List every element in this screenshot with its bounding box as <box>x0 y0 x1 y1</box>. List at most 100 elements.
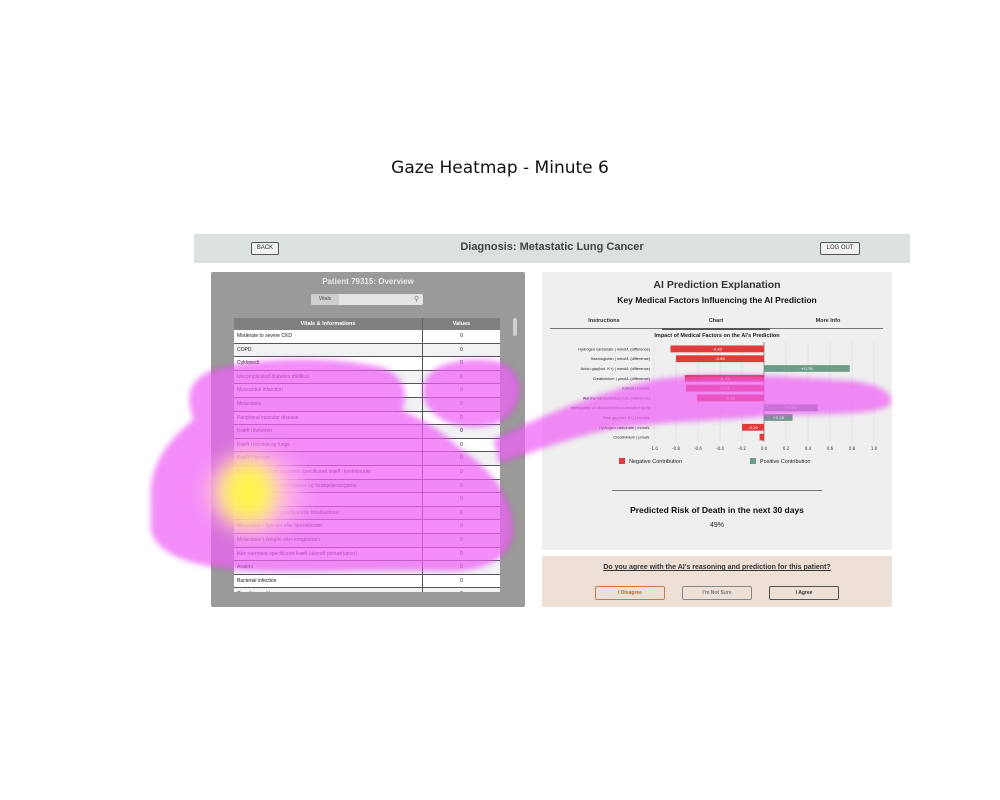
y-tick-label: Haemoglobin | mmol/L (difference) <box>591 356 651 361</box>
legend-label-positive: Positive Contribution <box>760 459 810 465</box>
vital-value: 0 <box>423 588 500 592</box>
vital-value: 0 <box>460 333 463 339</box>
legend-label-negative: Negative Contribution <box>629 459 682 465</box>
vital-value: 0 <box>460 387 463 394</box>
vital-value: 0 <box>460 400 463 407</box>
vital-name: Metastaser i åndedrætsorganer og fordøje… <box>234 479 423 493</box>
x-tick-label: -1.0 <box>650 446 658 451</box>
table-row: Metastaser i hjernen eller hjernehinder 0 <box>234 520 500 534</box>
x-tick-label: -0.2 <box>738 446 746 451</box>
y-tick-label: Creatininium | μmol/L <box>613 435 651 440</box>
legend-swatch-negative <box>619 458 625 464</box>
vital-value: 0 <box>460 455 463 462</box>
x-tick-label: 0.6 <box>827 446 834 451</box>
not-sure-button[interactable]: I'm Not Sure <box>682 586 752 600</box>
table-row: Anæmi 0 <box>234 561 500 575</box>
diagnosis-title: Diagnosis: Metastatic Lung Cancer <box>460 241 644 253</box>
agree-button[interactable]: I Agree <box>769 586 839 600</box>
bar-value-label: -0.20 <box>748 425 758 430</box>
bar-value-label: +0.26 <box>772 415 784 420</box>
x-tick-label: -0.6 <box>694 446 702 451</box>
x-tick-label: -0.4 <box>716 446 724 451</box>
vitals-table: Vitals & Informations Values Moderate to… <box>234 318 500 592</box>
vital-value: 0 <box>460 428 463 435</box>
agreement-question: Do you agree with the AI's reasoning and… <box>603 564 831 571</box>
bar-value-label: +0.78 <box>801 366 813 371</box>
vital-name: Kræft i hjernen <box>234 452 423 465</box>
column-header-values: Values <box>452 321 471 327</box>
y-tick-label: Alanine transaminase | U/L (difference) <box>583 395 651 400</box>
disagree-button[interactable]: I Disagree <box>595 586 665 600</box>
y-tick-label: Anion gap(incl. K+) | mmol/L (difference… <box>581 366 651 371</box>
table-row: Metastaser i åndedrætsorganer og fordøje… <box>234 479 500 494</box>
column-header-vitals: Vitals & Informations <box>234 318 423 330</box>
bar-value-label: -0.85 <box>712 346 722 351</box>
agreement-panel: Do you agree with the AI's reasoning and… <box>542 556 892 607</box>
vital-name: Cognitive problem <box>234 588 423 592</box>
vital-name: Cyklopedi <box>234 357 423 370</box>
table-row: Kræft i livmoren 0 <box>234 425 500 439</box>
y-tick-label: Interquartile of dissolvement (cumulativ… <box>571 405 651 410</box>
table-row: Bacterial infection 0 <box>234 574 500 589</box>
y-tick-label: Hydrogen carbonate | mmol/L <box>599 425 651 430</box>
search-icon[interactable]: ⚲ <box>414 295 419 303</box>
bar <box>759 433 764 441</box>
vital-name: Ikke nærmere specificeret kræft (ukendt … <box>234 547 423 561</box>
y-tick-label: Creatininium | μmol/L (difference) <box>593 376 651 381</box>
vital-name: Metastasis <box>234 397 423 411</box>
figure-title: Gaze Heatmap - Minute 6 <box>391 158 609 178</box>
y-tick-label: Kalium | mmol/L <box>622 386 651 391</box>
table-row: Cyklopedi 0 <box>234 357 500 371</box>
vital-value: 0 <box>460 496 463 503</box>
vital-name: Myocardial infarction <box>234 384 423 397</box>
logout-button[interactable]: LOG OUT <box>820 242 860 255</box>
bar-value-label: +0.49 <box>785 405 797 410</box>
table-row: Myocardial infarction 0 <box>234 384 500 398</box>
tab-instructions[interactable]: Instructions <box>550 316 658 328</box>
app-screenshot: BACK Diagnosis: Metastatic Lung Cancer L… <box>194 234 910 608</box>
vital-name: Metastaser og ikke nærmere specificeret … <box>234 465 423 479</box>
table-row: Metastasis 0 <box>234 397 500 412</box>
vital-name: Bacterial infection <box>234 574 423 588</box>
vital-value: 0 <box>460 373 463 380</box>
vital-value: 0 <box>460 468 463 475</box>
top-bar: BACK Diagnosis: Metastatic Lung Cancer L… <box>194 234 910 263</box>
vital-value: 0 <box>460 441 463 448</box>
vital-name: Metastaser i knogler eller knoglemarv <box>234 533 423 547</box>
vital-value: 0 <box>460 346 463 353</box>
bar-value-label: -0.72 <box>719 376 729 381</box>
vital-name: Anæmi <box>234 561 423 574</box>
x-tick-label: 0.8 <box>849 446 856 451</box>
x-tick-label: 0.0 <box>761 446 768 451</box>
vital-value: 0 <box>460 414 463 421</box>
x-tick-label: 0.4 <box>805 446 812 451</box>
vital-name: Metastaser i hjernen eller hjernehinder <box>234 520 423 533</box>
factor-impact-chart: Impact of Medical Factors on the AI's Pr… <box>571 333 878 465</box>
y-tick-label: Hydrogen carbonate | mmol/L (difference) <box>578 346 650 351</box>
patient-title: Patient 79315: Overview <box>322 277 414 286</box>
vital-name: COPD <box>234 343 423 357</box>
chart-title: Impact of Medical Factors on the AI's Pr… <box>654 333 780 339</box>
bar-value-label: -0.61 <box>726 395 736 400</box>
x-tick-label: 0.2 <box>783 446 790 451</box>
vital-value: 0 <box>460 482 463 489</box>
vital-value: 0 <box>460 509 463 516</box>
bar-value-label: -0.71 <box>720 386 730 391</box>
vital-name: Metastaser i leveren <box>234 493 423 506</box>
table-body: Moderate to severe CKD 0 COPD 0 Cyklopedi 0 Un… <box>234 330 500 592</box>
bar-value-label: -0.80 <box>715 356 725 361</box>
search-category-tag[interactable]: Vitals <box>311 294 339 305</box>
divider <box>612 490 822 491</box>
y-tick-label: Total gap(incl. K+) | mmol/L <box>603 415 651 420</box>
legend-swatch-positive <box>750 458 756 464</box>
x-tick-label: -0.8 <box>672 446 680 451</box>
tab-more-info[interactable]: More Info <box>774 316 882 328</box>
table-row: Cognitive problem0 <box>234 588 500 592</box>
table-row: Moderate to severe CKD 0 <box>234 330 500 344</box>
vital-name: Metastaser i andre specificerede lokalis… <box>234 506 423 520</box>
explanation-title: AI Prediction Explanation <box>653 279 781 291</box>
table-scrollbar[interactable] <box>513 318 517 336</box>
vital-name: Kræft i bronkie og lunge <box>234 438 423 452</box>
vital-name: Peripheral vascular disease <box>234 411 423 425</box>
vitals-search[interactable]: Vitals ⚲ <box>311 294 423 305</box>
